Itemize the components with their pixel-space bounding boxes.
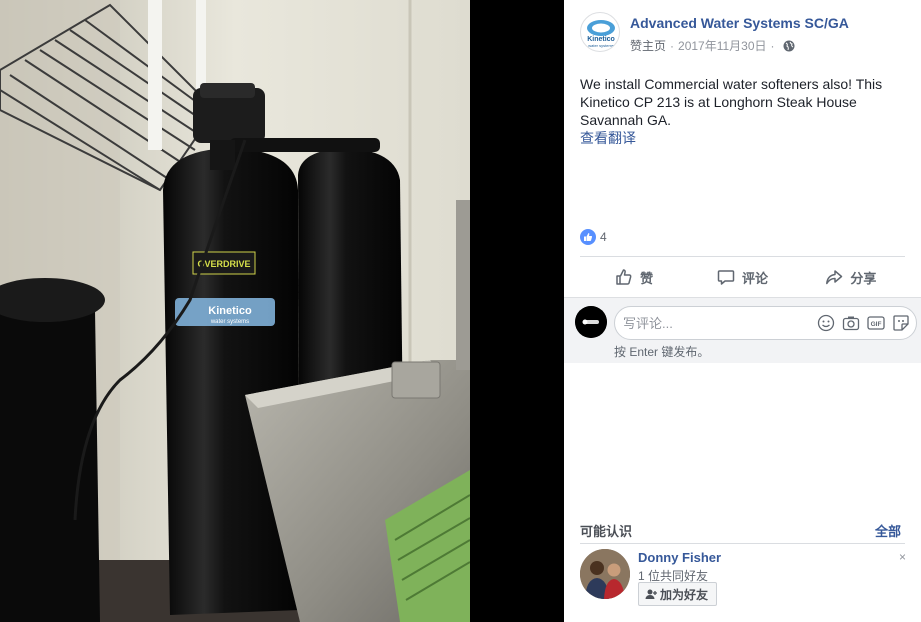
pymk-card: Donny Fisher 1 位共同好友 加为好友 × xyxy=(580,549,910,609)
see-translation-link[interactable]: 查看翻译 xyxy=(580,128,636,148)
page-avatar[interactable]: Kinetico water systems xyxy=(580,12,620,52)
tank-label-brand: Kinetico xyxy=(208,305,252,317)
emoji-icon[interactable] xyxy=(817,314,835,332)
sticker-icon[interactable] xyxy=(892,314,910,332)
comment-box[interactable]: GIF xyxy=(614,306,917,340)
press-enter-hint: 按 Enter 键发布。 xyxy=(614,345,710,359)
post-photo[interactable]: OVERDRIVE Kinetico water systems xyxy=(0,0,470,622)
post-meta: 赞主页 · 2017年11月30日 · xyxy=(630,37,795,54)
reaction-count: 4 xyxy=(600,230,607,244)
comment-label: 评论 xyxy=(741,270,768,286)
share-icon xyxy=(826,270,843,285)
add-friend-label: 加为好友 xyxy=(660,587,709,602)
like-label: 赞 xyxy=(640,270,654,286)
share-label: 分享 xyxy=(850,270,877,286)
globe-icon[interactable] xyxy=(783,40,795,52)
logo-text: Kinetico xyxy=(587,36,615,43)
comment-tools: GIF xyxy=(817,314,910,332)
photo-scene: OVERDRIVE Kinetico water systems xyxy=(0,0,470,622)
post-actions: 赞 评论 分享 xyxy=(580,262,905,292)
camera-icon[interactable] xyxy=(842,314,860,332)
like-button[interactable]: 赞 xyxy=(580,262,688,292)
tank-label-sub: water systems xyxy=(210,319,249,325)
gif-icon[interactable]: GIF xyxy=(867,314,885,332)
like-page-link[interactable]: 赞主页 xyxy=(630,37,666,54)
post-text: We install Commercial water softeners al… xyxy=(580,76,883,128)
comment-button[interactable]: 评论 xyxy=(688,262,796,292)
post-date[interactable]: 2017年11月30日 xyxy=(678,37,767,54)
logo-subtext: water systems xyxy=(588,43,614,48)
add-friend-button[interactable]: 加为好友 xyxy=(638,582,718,606)
add-friend-icon xyxy=(645,589,657,599)
person-photo[interactable] xyxy=(580,549,630,599)
person-name-link[interactable]: Donny Fisher xyxy=(638,550,721,565)
divider xyxy=(580,256,905,257)
pymk-title: 可能认识 xyxy=(580,524,633,539)
meta-separator: · xyxy=(670,38,675,53)
comment-input[interactable] xyxy=(623,307,813,339)
like-reaction-icon xyxy=(580,229,596,245)
divider xyxy=(580,543,905,544)
overdrive-sticker: OVERDRIVE xyxy=(197,259,250,269)
thumbs-up-icon xyxy=(616,269,632,285)
post-header: Kinetico water systems Advanced Water Sy… xyxy=(580,12,910,56)
share-button[interactable]: 分享 xyxy=(797,262,905,292)
comment-icon xyxy=(717,270,735,285)
dismiss-icon[interactable]: × xyxy=(899,550,906,564)
comment-composer: GIF 按 Enter 键发布。 xyxy=(564,297,921,363)
meta-separator-2: · xyxy=(770,38,775,53)
page-name-link[interactable]: Advanced Water Systems SC/GA xyxy=(630,15,849,31)
photo-area[interactable]: OVERDRIVE Kinetico water systems xyxy=(0,0,564,622)
photo-viewer: OVERDRIVE Kinetico water systems Kinetic… xyxy=(0,0,921,622)
post-sidebar: Kinetico water systems Advanced Water Sy… xyxy=(564,0,921,622)
my-avatar[interactable] xyxy=(575,306,607,338)
kinetico-logo: Kinetico water systems xyxy=(587,20,615,48)
reaction-summary[interactable]: 4 xyxy=(580,229,607,245)
svg-text:GIF: GIF xyxy=(871,321,882,328)
pymk-see-all-link[interactable]: 全部 xyxy=(875,521,901,540)
